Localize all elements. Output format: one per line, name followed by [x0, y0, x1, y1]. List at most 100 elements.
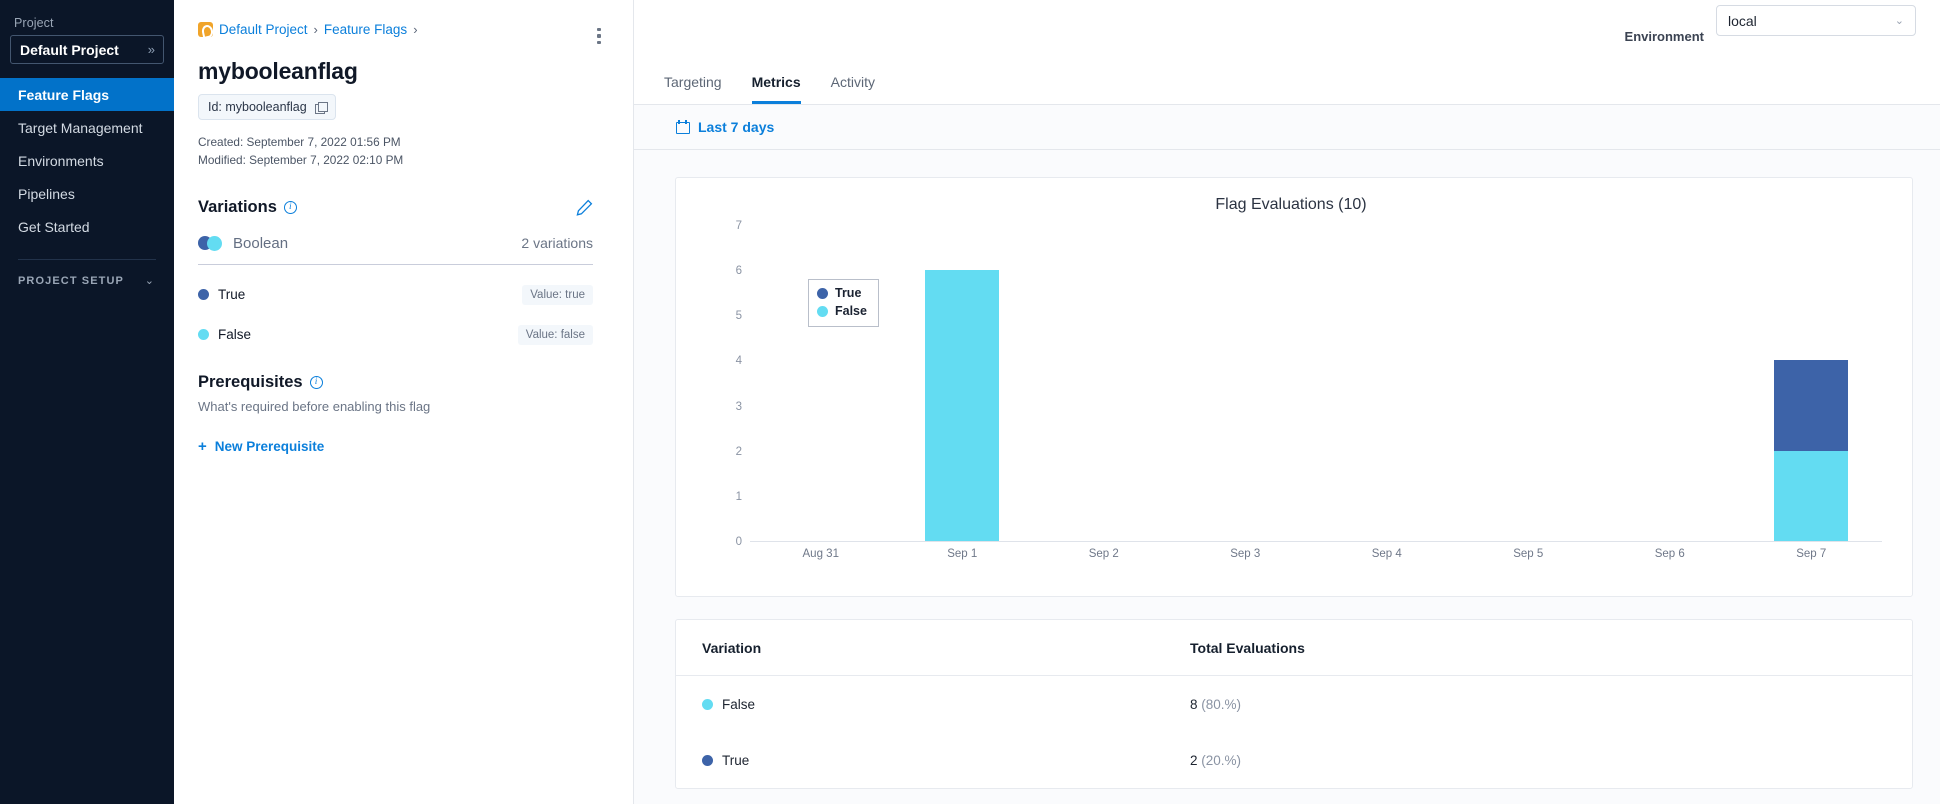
table-row: True 2 (20.%) [676, 732, 1912, 788]
copy-icon[interactable] [314, 101, 328, 114]
sidebar-item-label: Target Management [18, 119, 143, 136]
sidebar-item-label: Environments [18, 152, 104, 169]
breadcrumb-separator-icon: › [313, 22, 318, 37]
sidebar-item-feature-flags[interactable]: Feature Flags [0, 78, 174, 111]
breadcrumb-link-default-project[interactable]: Default Project [219, 22, 308, 37]
project-switcher-label: Default Project [20, 41, 119, 58]
table-cell-variation: False [702, 697, 1190, 712]
chart-bar-segment [1774, 360, 1849, 451]
chart-bar[interactable] [1774, 360, 1849, 541]
boolean-type-icon [198, 236, 223, 252]
legend-item-false[interactable]: False [817, 303, 867, 321]
y-axis-tick: 3 [735, 400, 742, 413]
legend-label: False [835, 303, 867, 318]
y-axis-labels: 7 6 5 4 3 2 1 0 [716, 220, 742, 548]
variation-name: True [218, 287, 246, 303]
chevron-down-icon: ⌄ [1894, 15, 1904, 27]
info-icon[interactable]: i [283, 200, 297, 214]
table-row: False 8 (80.%) [676, 676, 1912, 732]
chart-plot: 7 6 5 4 3 2 1 0 Aug 31 Sep 1 Sep 2 Sep 3 Sep 4 Sep 5… [716, 220, 1883, 576]
table-cell-variation: True [702, 753, 1190, 768]
more-vertical-icon[interactable] [589, 26, 609, 46]
chart-bar-slot [1316, 226, 1458, 541]
legend-color-dot [817, 288, 828, 300]
chart-bar[interactable] [925, 270, 1000, 541]
app-root: Project Default Project » Feature Flags … [0, 0, 1940, 804]
chart-title: Flag Evaluations (10) [1215, 196, 1367, 213]
chart-bar-slot [1599, 226, 1741, 541]
variation-row-true: True Value: true [198, 284, 593, 305]
sidebar: Project Default Project » Feature Flags … [0, 0, 174, 804]
chart-bar-slot [1033, 226, 1175, 541]
variation-row-left: False [198, 327, 251, 342]
column-header-variation: Variation [702, 639, 762, 656]
variations-title: Variations [198, 197, 277, 216]
main-content: Environment local ⌄ Targeting Metrics Ac… [634, 0, 1940, 804]
chart-bar-segment [925, 270, 1000, 541]
sidebar-section-project-setup[interactable]: PROJECT SETUP ⌄ [0, 260, 174, 288]
chart-legend: True False [808, 279, 879, 327]
x-axis-labels: Aug 31 Sep 1 Sep 2 Sep 3 Sep 4 Sep 5 Sep 6 Sep … [750, 548, 1882, 560]
variation-row-false: False Value: false [198, 324, 593, 345]
environment-select[interactable]: local ⌄ [1716, 5, 1916, 36]
breadcrumb-link-feature-flags[interactable]: Feature Flags [324, 22, 407, 37]
x-axis-tick: Sep 2 [1088, 548, 1119, 560]
environment-select-value: local [1728, 12, 1757, 29]
chart-bar-slot [1458, 226, 1600, 541]
chart-bar-slot [750, 226, 892, 541]
prerequisites-title: Prerequisites [198, 372, 303, 391]
sidebar-item-get-started[interactable]: Get Started [0, 210, 174, 243]
pencil-icon[interactable] [576, 199, 593, 216]
sidebar-item-label: Get Started [18, 218, 90, 235]
created-timestamp: Created: September 7, 2022 01:56 PM [198, 135, 401, 149]
new-prerequisite-label: New Prerequisite [214, 438, 325, 454]
x-axis-tick: Sep 5 [1513, 548, 1544, 560]
chart-bar-segment [1774, 450, 1849, 541]
sidebar-project-label: Project [14, 16, 54, 30]
prerequisites-subtitle: What's required before enabling this fla… [198, 398, 431, 414]
sidebar-item-target-management[interactable]: Target Management [0, 111, 174, 144]
variations-header: Variations i [198, 198, 593, 217]
metrics-content: Flag Evaluations (10) 7 6 5 4 3 2 1 0 Aug 31 Sep… [634, 150, 1940, 804]
y-axis-tick: 5 [735, 310, 742, 323]
environment-label: Environment [1624, 29, 1704, 44]
page-title: mybooleanflag [198, 58, 358, 84]
variation-type-row: Boolean 2 variations [198, 235, 593, 265]
x-axis-tick: Aug 31 [802, 548, 839, 560]
date-range-filter[interactable]: Last 7 days [676, 119, 774, 135]
chevron-down-icon: ⌄ [144, 275, 154, 287]
chart-bar-slot [1741, 226, 1883, 541]
evaluations-percent: (80.%) [1201, 696, 1242, 712]
evaluations-table: Variation Total Evaluations False 8 (80.… [675, 619, 1913, 789]
y-axis-tick: 4 [735, 355, 742, 368]
flag-detail-panel: Default Project › Feature Flags › mybool… [174, 0, 634, 804]
x-axis-tick: Sep 7 [1796, 548, 1827, 560]
calendar-icon [676, 120, 690, 134]
tab-metrics[interactable]: Metrics [751, 74, 801, 104]
tab-activity[interactable]: Activity [831, 74, 875, 104]
table-cell-total-evaluations: 2 (20.%) [1190, 753, 1886, 768]
flag-id-chip[interactable]: Id: mybooleanflag [198, 94, 336, 120]
sidebar-item-environments[interactable]: Environments [0, 144, 174, 177]
flag-meta: Created: September 7, 2022 01:56 PM Modi… [198, 133, 593, 170]
info-icon[interactable]: i [309, 375, 323, 389]
filter-bar: Last 7 days [634, 105, 1940, 150]
x-axis-tick: Sep 1 [947, 548, 978, 560]
plus-icon: + [198, 437, 207, 455]
project-switcher[interactable]: Default Project » [10, 35, 164, 64]
legend-item-true[interactable]: True [817, 285, 867, 303]
prerequisites-header: Prerequisites i [198, 373, 593, 392]
new-prerequisite-button[interactable]: + New Prerequisite [198, 439, 324, 454]
column-header-total-evaluations: Total Evaluations [1190, 639, 1305, 656]
y-axis-tick: 2 [735, 445, 742, 458]
sidebar-nav: Feature Flags Target Management Environm… [0, 78, 174, 243]
variation-count-label: 2 variations [521, 235, 593, 252]
variation-value-chip: Value: false [517, 324, 593, 345]
x-axis-tick: Sep 3 [1230, 548, 1261, 560]
tab-targeting[interactable]: Targeting [664, 74, 722, 104]
sidebar-item-pipelines[interactable]: Pipelines [0, 177, 174, 210]
variation-name: False [218, 327, 252, 343]
y-axis-tick: 6 [735, 265, 742, 278]
chart-bar-slot [1175, 226, 1317, 541]
evaluations-percent: (20.%) [1201, 752, 1242, 768]
